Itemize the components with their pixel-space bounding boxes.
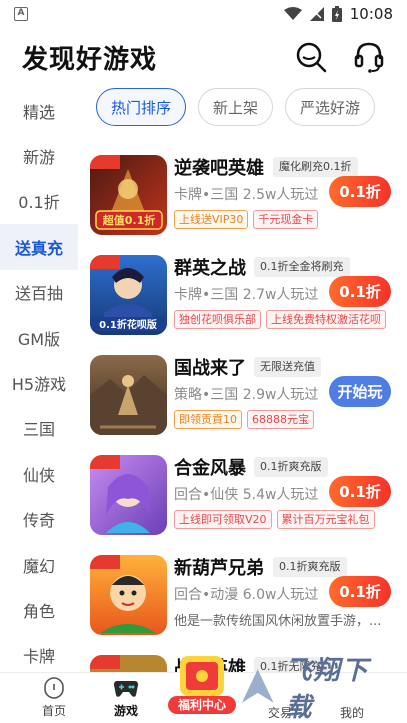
game-name: 合金风暴 (174, 458, 246, 479)
sidebar-item-three-kingdoms[interactable]: 三国 (0, 406, 78, 451)
sidebar-item-new[interactable]: 新游 (0, 133, 78, 178)
home-icon (44, 677, 64, 699)
game-card[interactable]: 超值0.1折 逆袭吧英雄 魔化刷充0.1折 卡牌•三国 2.5w人玩过 上线送V… (88, 148, 407, 248)
welfare-center-button[interactable]: 福利中心 (168, 654, 236, 714)
game-icon[interactable]: 0.1折花呗版 (90, 255, 167, 335)
game-icon-label: 0.1折花呗版 (99, 318, 157, 331)
status-right: 10:08 (283, 5, 393, 23)
game-card[interactable]: 0.1折花呗版 群英之战 0.1折全金将刷充 卡牌•三国 2.7w人玩过 独创花… (88, 248, 407, 348)
sidebar-item-legend[interactable]: 传奇 (0, 497, 78, 542)
category-sidebar: 精选 新游 0.1折 送真充 送百抽 GM版 H5游戏 三国 仙侠 传奇 魔幻 … (0, 88, 78, 673)
sidebar-item-fantasy[interactable]: 魔幻 (0, 542, 78, 587)
badge: 上线送VIP30 (174, 210, 249, 229)
battery-icon (331, 6, 342, 22)
sidebar-item-free-draws[interactable]: 送百抽 (0, 270, 78, 315)
tab-hot[interactable]: 热门排序 (96, 88, 187, 126)
watermark-logo-icon (241, 669, 274, 703)
sidebar-item-free-recharge[interactable]: 送真充 (0, 224, 78, 270)
badge: 千元现金卡 (253, 210, 319, 229)
status-left: A (14, 7, 28, 21)
game-meta: 策略•三国 2.9w人玩过 (174, 387, 319, 403)
header-icons (295, 41, 385, 73)
game-icon[interactable]: 超值0.1折 (90, 155, 167, 235)
game-name: 国战来了 (174, 358, 246, 379)
badge: 累计百万元宝礼包 (276, 510, 375, 529)
status-bar: A 10:08 (0, 0, 407, 28)
sidebar-item-rpg[interactable]: 角色 (0, 587, 78, 632)
discount-button[interactable]: 0.1折 (329, 476, 391, 507)
discount-button[interactable]: 0.1折 (329, 276, 391, 307)
game-description: 他是一款传统国风休闲放置手游，... (174, 614, 382, 629)
game-name: 群英之战 (174, 258, 246, 279)
game-badges: 即领贡貢10 68888元宝 (174, 410, 314, 429)
badge: 即领贡貢10 (174, 410, 242, 429)
game-icon[interactable] (90, 555, 167, 635)
discount-button[interactable]: 0.1折 (329, 176, 391, 207)
sidebar-item-xianxia[interactable]: 仙侠 (0, 451, 78, 496)
game-list: 超值0.1折 逆袭吧英雄 魔化刷充0.1折 卡牌•三国 2.5w人玩过 上线送V… (88, 148, 407, 673)
page-title: 发现好游戏 (22, 44, 158, 75)
sidebar-item-gm[interactable]: GM版 (0, 315, 78, 360)
header: 发现好游戏 (0, 28, 407, 86)
watermark-text: 飞翔下载 (285, 656, 370, 723)
game-card[interactable]: 合金风暴 0.1折爽充版 回合•仙侠 5.4w人玩过 上线即可领取V20 累计百… (88, 448, 407, 548)
game-tag: 0.1折爽充版 (254, 457, 328, 477)
game-card[interactable]: 国战来了 无限送充值 策略•三国 2.9w人玩过 即领贡貢10 68888元宝 … (88, 348, 407, 448)
game-tag: 0.1折全金将刷充 (254, 257, 350, 277)
sidebar-item-featured[interactable]: 精选 (0, 88, 78, 133)
badge: 独创花呗俱乐部 (174, 310, 261, 329)
status-time: 10:08 (349, 5, 393, 23)
search-icon[interactable] (295, 41, 327, 73)
welfare-center-label: 福利中心 (168, 696, 236, 714)
sidebar-item-discount[interactable]: 0.1折 (0, 179, 78, 224)
sort-tabs: 热门排序 新上架 严选好游 (96, 88, 376, 126)
game-badges: 上线送VIP30 千元现金卡 (174, 210, 319, 229)
sidebar-item-h5[interactable]: H5游戏 (0, 360, 78, 405)
signal-icon (309, 7, 324, 21)
game-meta: 卡牌•三国 2.7w人玩过 (174, 287, 319, 303)
game-meta: 回合•仙侠 5.4w人玩过 (174, 487, 319, 503)
nav-games-label: 游戏 (113, 704, 138, 718)
game-badges: 独创花呗俱乐部 上线免费特权激活花呗 (174, 310, 386, 329)
game-name: 逆袭吧英雄 (174, 158, 264, 179)
red-envelope-icon (180, 656, 224, 696)
game-meta: 回合•动漫 6.0w人玩过 (174, 587, 319, 603)
game-badges: 上线即可领取V20 累计百万元宝礼包 (174, 510, 375, 529)
game-icon[interactable] (90, 455, 167, 535)
watermark: 飞翔下载 (236, 656, 396, 723)
badge: 上线即可领取V20 (174, 510, 272, 529)
game-tag: 魔化刷充0.1折 (273, 157, 358, 177)
discount-button[interactable]: 0.1折 (329, 576, 391, 607)
tab-new-release[interactable]: 新上架 (198, 88, 274, 126)
gamepad-icon (114, 681, 138, 697)
game-tag: 无限送充值 (254, 357, 321, 377)
headset-icon[interactable] (353, 41, 385, 73)
game-icon-label: 超值0.1折 (102, 213, 156, 227)
game-meta: 卡牌•三国 2.5w人玩过 (174, 187, 319, 203)
game-name: 新葫芦兄弟 (174, 558, 264, 579)
sim-icon: A (14, 7, 28, 21)
wifi-icon (283, 7, 302, 20)
nav-home-label: 首页 (41, 704, 66, 718)
play-button[interactable]: 开始玩 (329, 376, 391, 407)
nav-games[interactable]: 游戏 (96, 677, 156, 719)
game-icon[interactable] (90, 355, 167, 435)
nav-home[interactable]: 首页 (24, 677, 84, 719)
game-tag: 0.1折爽充版 (273, 557, 347, 577)
badge: 上线免费特权激活花呗 (266, 310, 386, 329)
game-icon[interactable] (90, 655, 167, 673)
badge: 68888元宝 (247, 410, 314, 429)
tab-curated[interactable]: 严选好游 (285, 88, 376, 126)
game-card[interactable]: 新葫芦兄弟 0.1折爽充版 回合•动漫 6.0w人玩过 他是一款传统国风休闲放置… (88, 548, 407, 648)
